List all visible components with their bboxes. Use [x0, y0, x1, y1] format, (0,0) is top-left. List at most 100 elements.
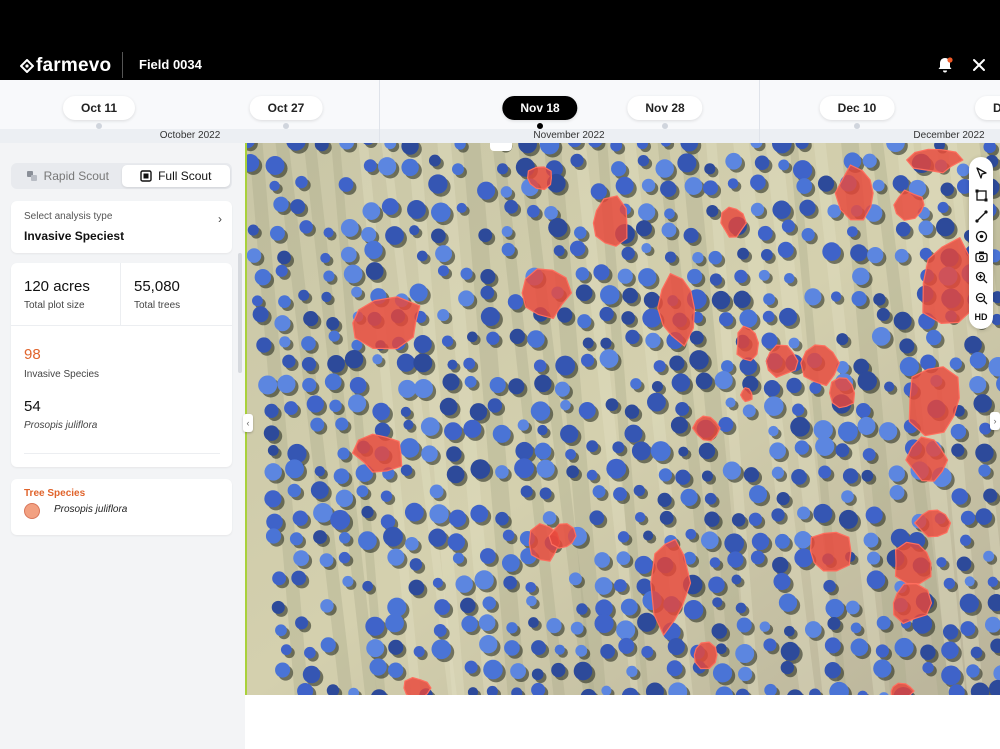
date-timeline[interactable]: Oct 11 Oct 27 Nov 18 Nov 28 Dec 10 Dec 2…: [0, 80, 1000, 143]
hd-toggle[interactable]: HD: [973, 309, 989, 325]
tree-canopy: [321, 291, 332, 303]
rectangle-select-icon: [975, 189, 987, 201]
tree-canopy: [855, 402, 871, 418]
date-pill-nov-28[interactable]: Nov 28: [627, 96, 703, 120]
tree-canopy: [497, 163, 509, 175]
tree-canopy: [762, 310, 775, 323]
tree-canopy: [825, 598, 845, 618]
tree-canopy: [252, 295, 263, 307]
tree-canopy: [469, 403, 488, 421]
tree-canopy: [850, 244, 868, 262]
tree-canopy: [420, 417, 440, 437]
expand-panel-handle[interactable]: ›: [990, 412, 1000, 430]
tree-canopy: [835, 443, 850, 458]
target-tool[interactable]: [973, 228, 989, 244]
tree-canopy: [404, 502, 424, 522]
month-label-october: October 2022: [159, 130, 221, 141]
tree-canopy: [641, 242, 652, 254]
tree-canopy: [534, 374, 552, 393]
tree-canopy: [560, 399, 571, 411]
collapse-timeline-handle[interactable]: [490, 143, 512, 151]
invasive-species-overlay[interactable]: [693, 641, 718, 670]
tree-canopy: [922, 662, 934, 674]
tree-canopy: [489, 376, 506, 394]
rapid-scout-button[interactable]: Rapid Scout: [13, 165, 122, 187]
tree-canopy: [878, 422, 898, 441]
date-pill-oct-27[interactable]: Oct 27: [249, 96, 323, 120]
tree-canopy: [474, 570, 494, 590]
bell-icon[interactable]: [936, 57, 954, 73]
species-count-value: 54: [24, 398, 41, 415]
tree-canopy: [872, 179, 885, 192]
tree-canopy: [790, 416, 810, 437]
measure-tool[interactable]: [973, 208, 989, 224]
date-pill-oct-11[interactable]: Oct 11: [62, 96, 136, 120]
tree-canopy: [285, 459, 304, 479]
rectangle-select-tool[interactable]: [973, 187, 989, 203]
tree-canopy: [970, 646, 983, 659]
tree-canopy: [320, 252, 331, 264]
collapse-sidebar-handle[interactable]: ‹: [243, 414, 253, 432]
tree-canopy: [290, 199, 306, 215]
tree-canopy: [520, 485, 533, 498]
aerial-imagery[interactable]: [245, 143, 1000, 695]
tree-canopy: [683, 227, 699, 243]
tree-canopy: [776, 491, 790, 506]
tree-canopy: [737, 247, 750, 260]
tree-canopy: [347, 394, 367, 413]
rapid-scout-label: Rapid Scout: [43, 169, 109, 183]
pointer-tool[interactable]: [973, 165, 989, 181]
tree-canopy: [657, 492, 672, 507]
tree-canopy: [531, 668, 544, 681]
tree-canopy: [400, 406, 411, 417]
camera-tool[interactable]: [973, 248, 989, 264]
tree-canopy: [258, 375, 278, 395]
tree-canopy: [624, 424, 643, 443]
zoom-in-tool[interactable]: [973, 269, 989, 285]
sidebar-scrollbar[interactable]: [238, 253, 242, 373]
tree-canopy: [867, 247, 884, 264]
tree-canopy: [320, 599, 334, 613]
scout-mode-toggle: Rapid Scout Full Scout: [11, 163, 232, 189]
tree-canopy: [838, 509, 858, 529]
tree-canopy: [542, 511, 557, 525]
date-pill-nov-18[interactable]: Nov 18: [502, 96, 578, 120]
tree-canopy: [748, 512, 763, 526]
tree-canopy: [862, 153, 877, 168]
map-view[interactable]: [245, 143, 1000, 695]
tree-canopy: [533, 359, 547, 373]
tree-canopy: [718, 417, 734, 433]
zoom-out-tool[interactable]: [973, 290, 989, 306]
tree-canopy: [983, 488, 998, 503]
tree-canopy: [742, 404, 756, 418]
close-icon[interactable]: [970, 56, 988, 74]
date-pill-dec-25[interactable]: Dec 25: [975, 96, 1000, 120]
tree-canopy: [275, 662, 291, 678]
tree-canopy: [724, 533, 745, 554]
camera-icon: [974, 251, 988, 262]
tree-canopy: [850, 622, 862, 634]
tree-canopy: [781, 219, 795, 233]
month-separator: [379, 80, 380, 143]
tree-canopy: [313, 503, 333, 523]
tree-canopy: [343, 264, 363, 284]
brand-logo[interactable]: farmevo: [20, 55, 111, 77]
date-dot: [96, 123, 102, 129]
tree-canopy: [863, 532, 879, 548]
tree-canopy: [369, 658, 387, 676]
invasive-species-overlay[interactable]: [809, 531, 852, 572]
tree-canopy: [731, 513, 746, 527]
date-pill-dec-10[interactable]: Dec 10: [819, 96, 895, 120]
header-divider: [122, 52, 123, 78]
tree-canopy: [414, 379, 434, 399]
logo-mark-icon: [20, 59, 34, 73]
tree-canopy: [502, 529, 515, 542]
analysis-type-selector[interactable]: Select analysis type Invasive Speciest ›: [11, 201, 232, 253]
full-scout-button[interactable]: Full Scout: [121, 165, 230, 187]
tree-canopy: [594, 552, 611, 568]
tree-canopy: [704, 511, 720, 527]
tree-canopy: [804, 621, 822, 638]
tree-canopy: [292, 510, 309, 526]
tree-canopy: [599, 306, 614, 322]
tree-canopy: [778, 159, 790, 171]
